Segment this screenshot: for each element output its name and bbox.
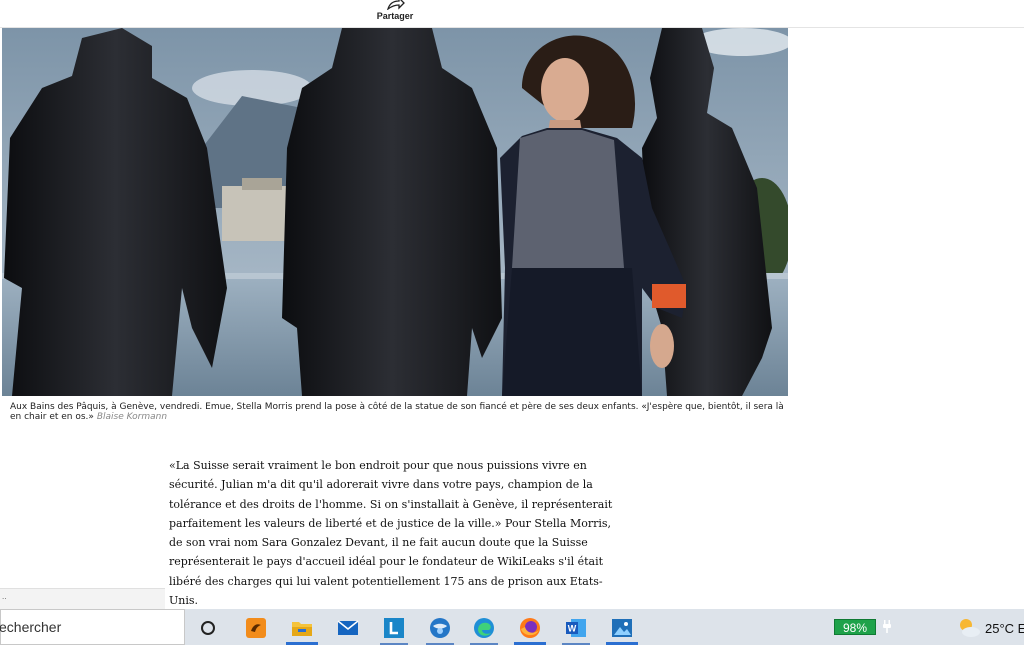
share-button[interactable]: Partager: [372, 0, 418, 26]
taskbar-mail[interactable]: [326, 611, 370, 645]
globe-app-icon: [430, 618, 450, 638]
taskbar-globe-app[interactable]: [418, 611, 462, 645]
taskbar-app-orange[interactable]: [234, 611, 278, 645]
power-plug-icon: [883, 620, 891, 633]
share-icon: [387, 0, 405, 10]
edge-icon: [474, 618, 494, 638]
share-label: Partager: [376, 11, 414, 21]
article-photo: [2, 28, 788, 396]
search-results-panel: ..: [0, 588, 165, 609]
taskbar-edge[interactable]: [462, 611, 506, 645]
word-icon: W: [566, 619, 586, 637]
firefox-icon: [520, 618, 540, 638]
article-paragraph: «La Suisse serait vraiment le bon endroi…: [169, 459, 613, 608]
task-view-icon: [201, 621, 215, 635]
app-orange-icon: [246, 618, 266, 638]
partly-sunny-icon: [960, 619, 980, 637]
task-view-button[interactable]: [186, 611, 230, 645]
taskbar-search-box[interactable]: echercher: [0, 609, 185, 645]
panel-text: ..: [2, 592, 7, 601]
taskbar: echercher W 98% 25°C E: [0, 609, 1024, 645]
top-bar: Partager: [0, 0, 1024, 28]
taskbar-photos[interactable]: [600, 611, 644, 645]
battery-indicator[interactable]: 98%: [834, 619, 876, 635]
mail-icon: [337, 620, 359, 635]
photo-credit: Blaise Kormann: [96, 412, 168, 422]
file-explorer-icon: [292, 622, 312, 636]
weather-temperature: 25°C E: [985, 621, 1024, 636]
weather-widget[interactable]: 25°C E: [955, 615, 1024, 641]
photos-icon: [612, 619, 632, 637]
search-placeholder: echercher: [0, 619, 62, 635]
svg-text:W: W: [568, 624, 577, 634]
l-app-icon: [384, 618, 404, 638]
taskbar-firefox[interactable]: [508, 611, 552, 645]
taskbar-word[interactable]: W: [554, 611, 598, 645]
taskbar-file-explorer[interactable]: [280, 611, 324, 645]
photo-caption: Aux Bains des Pâquis, à Genève, vendredi…: [10, 402, 788, 422]
taskbar-l-app[interactable]: [372, 611, 416, 645]
